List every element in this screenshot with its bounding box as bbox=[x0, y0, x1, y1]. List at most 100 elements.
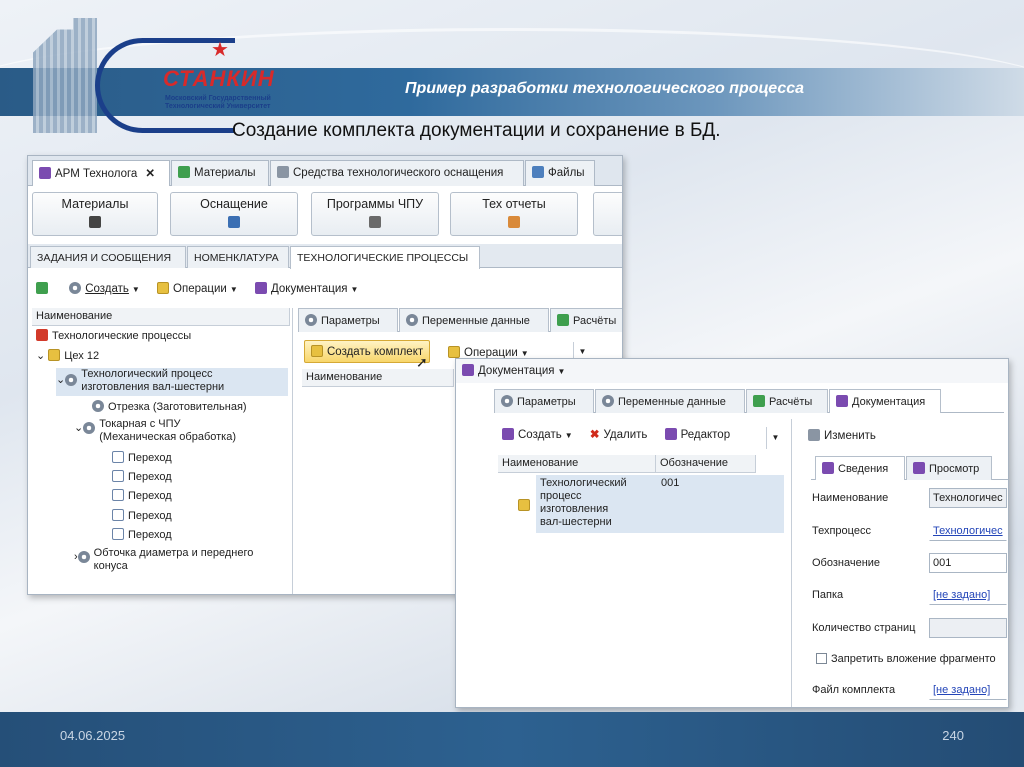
tab-files[interactable]: Файлы bbox=[525, 160, 595, 186]
create-button[interactable]: Создать ▼ bbox=[69, 282, 140, 295]
tab-details[interactable]: Сведения bbox=[815, 456, 905, 480]
bag-icon bbox=[89, 216, 101, 228]
tab-label: Переменные данные bbox=[618, 396, 726, 408]
tree-workshop[interactable]: ⌄ Цех 12 bbox=[36, 349, 99, 363]
tree-label: Отрезка (Заготовительная) bbox=[108, 401, 247, 413]
ribbon-tabs: ЗАДАНИЯ И СООБЩЕНИЯ НОМЕНКЛАТУРА ТЕХНОЛО… bbox=[28, 244, 622, 269]
document-row[interactable]: Технологический процесс изготовления вал… bbox=[536, 475, 784, 533]
equipment-button[interactable]: Оснащение bbox=[170, 192, 298, 236]
tree-operation-1[interactable]: Отрезка (Заготовительная) bbox=[92, 400, 247, 414]
tree-label: Обточка диаметра и переднего конуса bbox=[94, 547, 254, 573]
button-label: Редактор bbox=[680, 429, 731, 441]
tree-transition[interactable]: Переход bbox=[112, 509, 172, 523]
tree-column-header[interactable]: Наименование bbox=[32, 308, 290, 326]
more-dropdown[interactable]: ▼ bbox=[766, 427, 784, 449]
slide-date: 04.06.2025 bbox=[60, 728, 126, 743]
tab-variable-data[interactable]: Переменные данные bbox=[399, 308, 549, 332]
page-count-field[interactable] bbox=[929, 618, 1007, 638]
tree-transition[interactable]: Переход bbox=[112, 528, 172, 542]
close-icon[interactable]: ✕ bbox=[145, 168, 155, 180]
logo-name: СТАНКИН bbox=[163, 66, 275, 91]
gear-icon bbox=[501, 395, 513, 407]
tab-label: АРМ Технолога bbox=[55, 168, 138, 180]
forbid-fragments-checkbox[interactable]: Запретить вложение фрагменто bbox=[816, 653, 996, 665]
tab-nomenclature[interactable]: НОМЕНКЛАТУРА bbox=[187, 246, 289, 268]
document-set-icon bbox=[518, 499, 530, 511]
edit-button[interactable]: Изменить bbox=[808, 429, 876, 442]
tree-operation-3[interactable]: › Обточка диаметра и переднего конуса bbox=[74, 547, 253, 573]
button-label: Тех отчеты bbox=[482, 197, 546, 211]
field-label-folder: Папка bbox=[812, 589, 844, 601]
folder-link[interactable]: [не задано] bbox=[929, 585, 1007, 605]
tab-label: Средства технологического оснащения bbox=[293, 167, 504, 179]
create-set-button[interactable]: Создать комплект bbox=[304, 340, 431, 363]
editor-button[interactable]: Редактор bbox=[664, 428, 731, 441]
name-column-header[interactable]: Наименование bbox=[498, 455, 656, 473]
gear-icon bbox=[77, 551, 90, 563]
tab-tasks-messages[interactable]: ЗАДАНИЯ И СООБЩЕНИЯ bbox=[30, 246, 186, 268]
gear-icon bbox=[305, 314, 317, 326]
operations-button[interactable]: Операции ▼ bbox=[157, 282, 238, 295]
document-icon bbox=[112, 451, 124, 463]
cnc-programs-button[interactable]: Программы ЧПУ bbox=[311, 192, 439, 236]
tree-label: Токарная с ЧПУ (Механическая обработка) bbox=[99, 418, 236, 444]
tree-operation-2[interactable]: ⌄ Токарная с ЧПУ (Механическая обработка) bbox=[74, 418, 236, 444]
button-label: Создать комплект bbox=[327, 346, 424, 358]
logo-university-line2: Технологический Университет bbox=[165, 103, 271, 110]
set-file-link[interactable]: [не задано] bbox=[929, 680, 1007, 700]
tab-parameters[interactable]: Параметры bbox=[494, 389, 594, 413]
documentation-toolbar[interactable]: Документация ▼ bbox=[456, 359, 1008, 383]
materials-button[interactable]: Материалы bbox=[32, 192, 158, 236]
button-label: Программы ЧПУ bbox=[326, 197, 424, 211]
tab-equipment[interactable]: Средства технологического оснащения bbox=[270, 160, 524, 186]
refresh-button[interactable] bbox=[36, 282, 52, 295]
create-doc-button[interactable]: Создать ▼ bbox=[502, 428, 573, 441]
chevron-down-icon: ▼ bbox=[564, 431, 573, 440]
right-column-header[interactable]: Наименование bbox=[302, 369, 454, 387]
designation-field[interactable]: 001 bbox=[929, 553, 1007, 573]
tree-root[interactable]: Технологические процессы bbox=[36, 329, 191, 343]
create-label: Создать bbox=[85, 283, 129, 295]
tab-tech-processes[interactable]: ТЕХНОЛОГИЧЕСКИЕ ПРОЦЕССЫ bbox=[290, 246, 480, 269]
tab-materials[interactable]: Материалы bbox=[171, 160, 269, 186]
tab-variable-data[interactable]: Переменные данные bbox=[595, 389, 745, 413]
document-name: Технологический процесс изготовления вал… bbox=[540, 477, 627, 529]
chevron-down-icon[interactable]: ⌄ bbox=[74, 422, 83, 435]
checkbox-icon[interactable] bbox=[816, 653, 827, 664]
tree-transition[interactable]: Переход bbox=[112, 470, 172, 484]
tab-parameters[interactable]: Параметры bbox=[298, 308, 398, 332]
more-button[interactable] bbox=[593, 192, 622, 236]
delete-icon: ✖ bbox=[589, 429, 600, 441]
delete-button[interactable]: ✖ Удалить bbox=[590, 429, 648, 441]
tree-process[interactable]: ⌄ Технологический процесс изготовления ва… bbox=[56, 368, 288, 396]
op3-line2: конуса bbox=[93, 560, 128, 572]
chevron-down-icon: ▼ bbox=[350, 285, 359, 294]
logo-university: Московский Государственный Технологическ… bbox=[165, 95, 271, 111]
gear-icon bbox=[92, 400, 104, 412]
documentation-button[interactable]: Документация ▼ bbox=[254, 282, 359, 295]
process-link[interactable]: Технологичес bbox=[929, 521, 1007, 541]
tab-preview[interactable]: Просмотр bbox=[906, 456, 992, 480]
designation-column-header[interactable]: Обозначение bbox=[656, 455, 756, 473]
chevron-down-icon: ▼ bbox=[557, 367, 566, 376]
tech-reports-button[interactable]: Тех отчеты bbox=[450, 192, 578, 236]
document-icon bbox=[112, 489, 124, 501]
tree-transition[interactable]: Переход bbox=[112, 489, 172, 503]
splitter[interactable] bbox=[292, 308, 293, 594]
drill-icon bbox=[228, 216, 240, 228]
splitter[interactable] bbox=[791, 419, 792, 707]
field-label-page-count: Количество страниц bbox=[812, 622, 916, 634]
tab-calculations[interactable]: Расчёты bbox=[550, 308, 622, 332]
tab-label: Материалы bbox=[194, 167, 256, 179]
tab-label: Параметры bbox=[321, 315, 380, 327]
op3-line1: Обточка диаметра и переднего bbox=[93, 547, 254, 559]
chevron-down-icon[interactable]: ⌄ bbox=[56, 374, 65, 387]
name-field[interactable]: Технологичес bbox=[929, 488, 1007, 508]
operations-label: Операции bbox=[173, 283, 227, 295]
calculator-icon bbox=[557, 314, 569, 326]
chevron-down-icon[interactable]: ⌄ bbox=[36, 350, 48, 362]
tree-transition[interactable]: Переход bbox=[112, 451, 172, 465]
tab-calculations[interactable]: Расчёты bbox=[746, 389, 828, 413]
tab-arm-technologist[interactable]: АРМ Технолога ✕ bbox=[32, 160, 170, 186]
tab-documentation[interactable]: Документация bbox=[829, 389, 941, 413]
